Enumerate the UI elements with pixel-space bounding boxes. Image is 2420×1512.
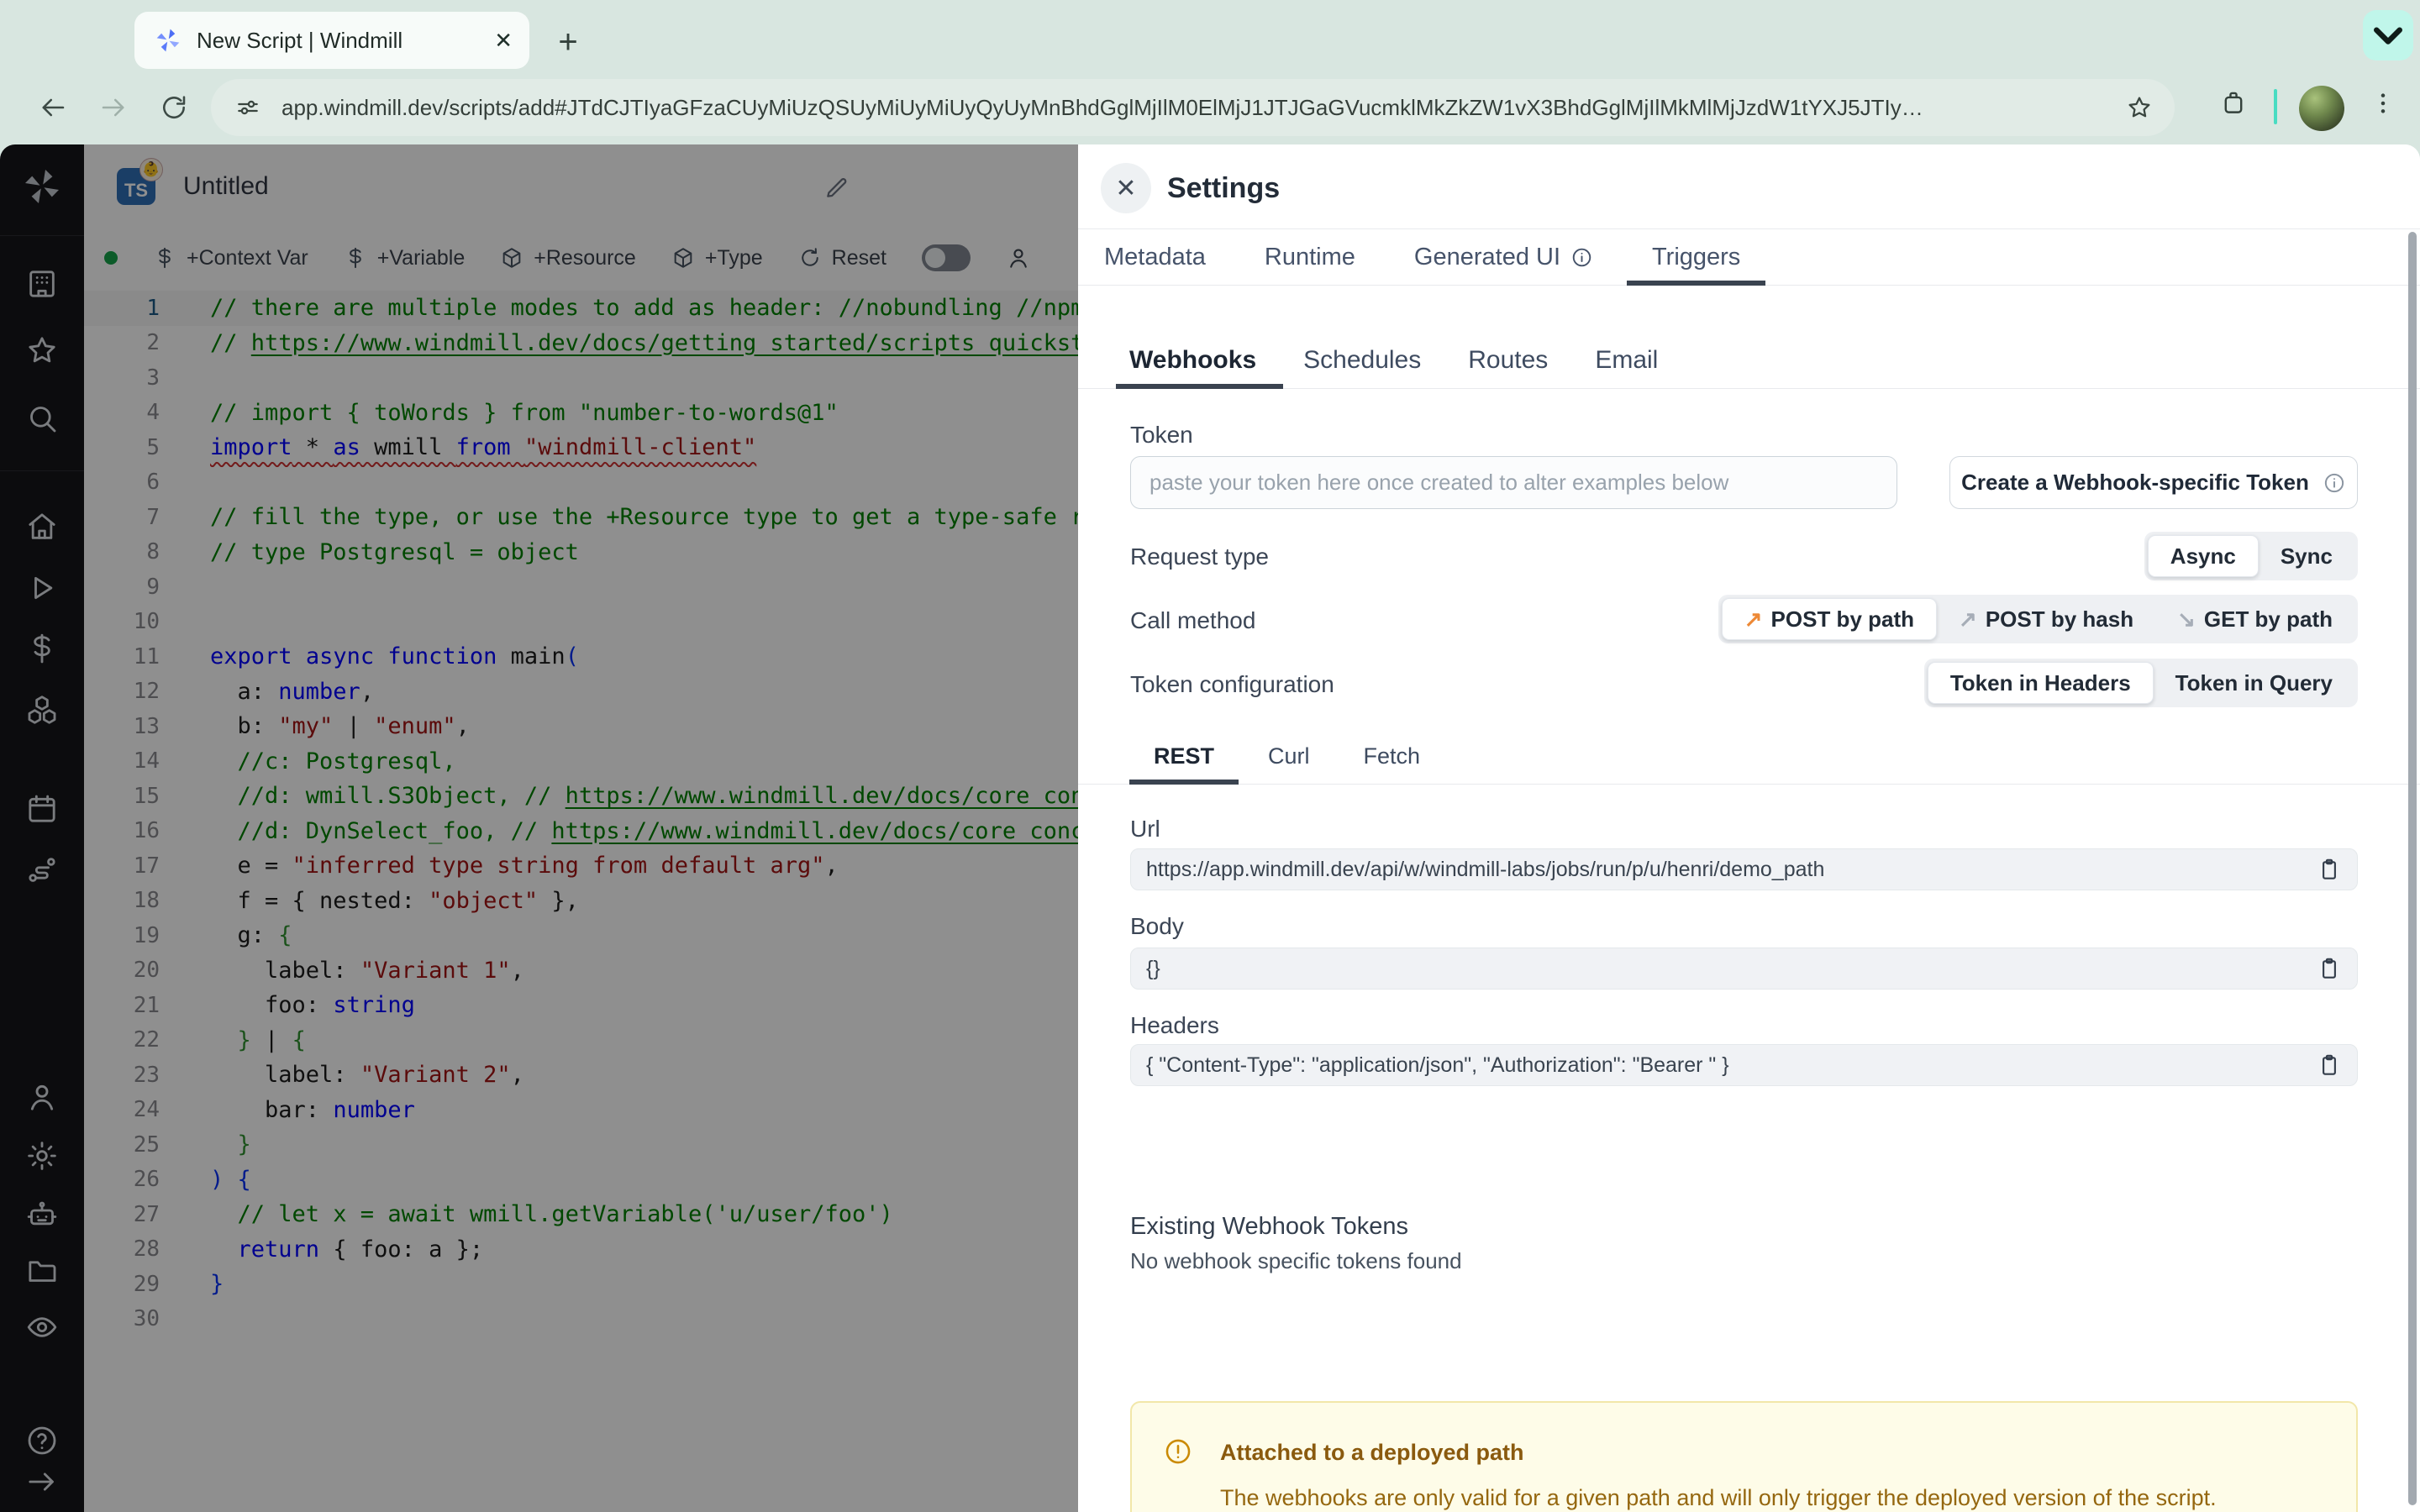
- settings-tabbar: Metadata Runtime Generated UI Triggers: [1078, 229, 2420, 286]
- headers-label: Headers: [1130, 1012, 1219, 1038]
- subtab-routes[interactable]: Routes: [1468, 332, 1548, 388]
- request-type-control: Async Sync: [2144, 532, 2358, 580]
- token-configuration-control: Token in Headers Token in Query: [1923, 659, 2358, 707]
- existing-tokens-empty: No webhook specific tokens found: [1130, 1248, 1462, 1273]
- tab-label: Email: [1595, 345, 1659, 374]
- tab-close-icon[interactable]: ✕: [494, 28, 513, 54]
- arrow-icon: ↗: [1959, 606, 1977, 632]
- headers-field[interactable]: { "Content-Type": "application/json", "A…: [1130, 1044, 2358, 1086]
- option-token-in-query[interactable]: Token in Query: [2154, 662, 2354, 704]
- info-icon: [2323, 471, 2346, 495]
- chevron-down-icon: [2363, 10, 2413, 60]
- option-label: Token in Query: [2175, 669, 2333, 696]
- option-label: POST by hash: [1985, 606, 2134, 632]
- create-webhook-token-button[interactable]: Create a Webhook-specific Token: [1949, 456, 2358, 509]
- option-post-by-path[interactable]: ↗ POST by path: [1721, 598, 1938, 640]
- arrow-icon: ↘: [2177, 606, 2196, 632]
- body-field[interactable]: {}: [1130, 948, 2358, 990]
- tab-label: REST: [1154, 743, 1215, 769]
- option-label: Async: [2170, 543, 2236, 569]
- tab-label: Generated UI: [1413, 243, 1561, 270]
- bookmark-star-icon[interactable]: [2126, 94, 2153, 121]
- profile-divider: [2274, 89, 2277, 124]
- new-tab-button[interactable]: +: [548, 22, 588, 62]
- back-arrow-icon[interactable]: [38, 92, 68, 123]
- option-sync[interactable]: Sync: [2259, 535, 2354, 577]
- option-token-in-headers[interactable]: Token in Headers: [1927, 662, 2154, 704]
- url-label: Url: [1130, 816, 1160, 842]
- extensions-icon[interactable]: [2219, 89, 2248, 118]
- tab-metadata[interactable]: Metadata: [1104, 229, 1206, 285]
- copy-clipboard-icon[interactable]: [2317, 857, 2342, 882]
- warning-title: Attached to a deployed path: [1220, 1440, 1524, 1465]
- arrow-icon: ↗: [1744, 606, 1763, 632]
- tab-label: Runtime: [1264, 243, 1355, 270]
- subtab-email[interactable]: Email: [1595, 332, 1658, 388]
- option-label: Sync: [2280, 543, 2333, 569]
- reload-icon[interactable]: [159, 92, 189, 123]
- browser-menu-icon[interactable]: [2370, 90, 2396, 117]
- option-label: GET by path: [2203, 606, 2333, 632]
- tab-list-button[interactable]: [2363, 10, 2413, 60]
- warning-body: The webhooks are only valid for a given …: [1220, 1485, 2217, 1510]
- snippet-tab-rest[interactable]: REST: [1128, 729, 1239, 785]
- token-label: Token: [1130, 422, 1193, 448]
- tab-label: Triggers: [1652, 243, 1741, 270]
- drawer-title: Settings: [1167, 172, 1281, 204]
- tab-triggers[interactable]: Triggers: [1626, 229, 1766, 286]
- site-info-icon[interactable]: [234, 94, 261, 121]
- url-text[interactable]: app.windmill.dev/scripts/add#JTdCJTIyaGF…: [281, 95, 2126, 121]
- tab-label: Metadata: [1104, 243, 1206, 270]
- body-value: {}: [1146, 956, 1160, 980]
- call-method-label: Call method: [1130, 607, 1256, 633]
- tab-generated-ui[interactable]: Generated UI: [1414, 229, 1593, 285]
- existing-tokens-title: Existing Webhook Tokens: [1130, 1213, 1409, 1240]
- call-method-control: ↗ POST by path ↗ POST by hash ↘ GET by path: [1718, 595, 2358, 643]
- snippet-tab-curl[interactable]: Curl: [1268, 729, 1310, 784]
- tab-label: Schedules: [1303, 345, 1422, 374]
- drawer-backdrop[interactable]: [0, 144, 1078, 1512]
- option-label: POST by path: [1770, 606, 1915, 632]
- headers-value: { "Content-Type": "application/json", "A…: [1146, 1053, 1729, 1077]
- browser-toolbar: app.windmill.dev/scripts/add#JTdCJTIyaGF…: [0, 74, 2420, 141]
- url-field[interactable]: https://app.windmill.dev/api/w/windmill-…: [1130, 848, 2358, 890]
- browser-chrome: New Script | Windmill ✕ + app.windmill.d…: [0, 0, 2420, 144]
- tab-title: New Script | Windmill: [197, 27, 403, 53]
- button-label: Create a Webhook-specific Token: [1961, 470, 2309, 495]
- url-value: https://app.windmill.dev/api/w/windmill-…: [1146, 857, 1825, 881]
- drawer-scrollbar[interactable]: [2408, 232, 2417, 1505]
- option-get-by-path[interactable]: ↘ GET by path: [2155, 598, 2354, 640]
- copy-clipboard-icon[interactable]: [2317, 1053, 2342, 1078]
- triggers-subtabs: Webhooks Schedules Routes Email: [1078, 332, 2420, 389]
- request-type-label: Request type: [1130, 543, 1269, 570]
- subtab-webhooks[interactable]: Webhooks: [1115, 332, 1284, 389]
- tab-runtime[interactable]: Runtime: [1265, 229, 1355, 285]
- tab-label: Routes: [1468, 345, 1549, 374]
- settings-drawer: ✕ Settings Metadata Runtime Generated UI Tr…: [1078, 144, 2420, 1512]
- info-icon: [1570, 246, 1593, 269]
- option-label: Token in Headers: [1949, 669, 2131, 696]
- browser-tab[interactable]: New Script | Windmill ✕: [134, 12, 529, 69]
- profile-avatar[interactable]: [2299, 86, 2344, 131]
- snippet-tabs: REST Curl Fetch: [1078, 729, 2420, 785]
- option-async[interactable]: Async: [2147, 535, 2259, 577]
- subtab-schedules[interactable]: Schedules: [1303, 332, 1421, 388]
- snippet-tab-fetch[interactable]: Fetch: [1364, 729, 1421, 784]
- tab-label: Webhooks: [1129, 345, 1257, 374]
- url-bar[interactable]: app.windmill.dev/scripts/add#JTdCJTIyaGF…: [211, 79, 2175, 136]
- copy-clipboard-icon[interactable]: [2317, 956, 2342, 981]
- option-post-by-hash[interactable]: ↗ POST by hash: [1937, 598, 2155, 640]
- windmill-favicon-icon: [155, 27, 182, 54]
- close-button[interactable]: ✕: [1101, 163, 1151, 213]
- token-configuration-label: Token configuration: [1130, 671, 1334, 697]
- forward-arrow-icon[interactable]: [98, 92, 129, 123]
- tab-label: Fetch: [1363, 743, 1421, 769]
- body-label: Body: [1130, 913, 1184, 939]
- warning-icon: [1163, 1436, 1193, 1467]
- token-input[interactable]: [1130, 456, 1897, 509]
- page-content: TS 👶 Untitled +Context Var +Variable +Reso…: [0, 144, 2420, 1512]
- tab-label: Curl: [1268, 743, 1310, 769]
- deployed-path-warning: Attached to a deployed path The webhooks…: [1130, 1401, 2358, 1512]
